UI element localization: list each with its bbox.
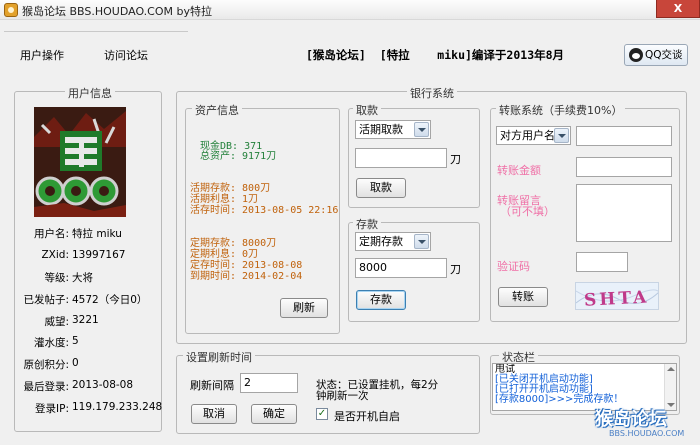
scroll-up-icon [667, 367, 675, 371]
header-info: [猴岛论坛] [特拉 miku]编译于2013年8月 [306, 48, 565, 62]
refresh-status-line2: 钟刷新一次 [316, 390, 369, 402]
last-login-value: 2013-08-08 [72, 379, 134, 391]
menu-visit-forum[interactable]: 访问论坛 [104, 47, 148, 63]
captcha-text: SHTA [584, 287, 650, 310]
assets-legend: 资产信息 [192, 102, 242, 118]
prestige-label-wrap: 威望: [0, 314, 69, 328]
captcha-svg: SHTA [576, 283, 658, 310]
chevron-down-icon [414, 234, 429, 249]
transfer-amount-input[interactable] [576, 157, 672, 177]
refresh-button[interactable]: 刷新 [280, 298, 328, 318]
deposit-button[interactable]: 存款 [356, 290, 406, 310]
close-button[interactable]: X [656, 0, 700, 18]
username-value: 特拉 miku [72, 228, 122, 240]
fixed-deposit-text: 定期存款: 8000刀 [190, 238, 277, 249]
user-info-legend: 用户信息 [65, 85, 115, 101]
username-label-wrap: 用户名: [0, 226, 69, 240]
level-label: 等级: [44, 272, 69, 284]
last-login-label-wrap: 最后登录: [0, 379, 69, 393]
status-line: [存款8000]>>>完成存款！ [495, 394, 624, 405]
zxid-label: ZXid: [41, 249, 69, 261]
last-login-label: 最后登录: [23, 381, 69, 393]
chevron-down-icon [414, 122, 429, 137]
qq-chat-label: QQ交谈 [645, 49, 683, 61]
posts-label-wrap: 已发帖子: [0, 292, 69, 306]
watermark-sub: BBS.HOUDAO.COM [609, 429, 685, 438]
refresh-interval-label: 刷新间隔 [190, 379, 234, 392]
prestige-label: 威望: [44, 316, 69, 328]
water-label-wrap: 灌水度: [0, 335, 69, 349]
confirm-button[interactable]: 确定 [251, 404, 297, 424]
transfer-target-input[interactable] [576, 126, 672, 146]
title-bar: 猴岛论坛 BBS.HOUDAO.COM by特拉 X [0, 0, 700, 20]
withdraw-amount-input[interactable] [355, 148, 447, 168]
zxid-value: 13997167 [72, 249, 126, 261]
refresh-settings-legend: 设置刷新时间 [183, 349, 255, 365]
withdraw-type-select[interactable]: 活期取款 [355, 120, 431, 139]
water-label: 灌水度: [33, 337, 69, 349]
forum-watermark: 猴岛论坛 BBS.HOUDAO.COM [595, 405, 697, 441]
fixed-interest-text: 定期利息: 0刀 [190, 249, 259, 260]
bank-system-legend: 银行系统 [407, 85, 457, 101]
transfer-legend: 转账系统（手续费10%） [496, 102, 626, 118]
fixed-time-text: 定存时间: 2013-08-08 [190, 260, 303, 271]
level-value: 大将 [72, 272, 93, 284]
withdraw-button[interactable]: 取款 [356, 178, 406, 198]
refresh-interval-input[interactable]: 2 [240, 373, 298, 393]
avatar-image [34, 107, 126, 217]
qq-penguin-icon [629, 48, 643, 62]
qq-chat-button[interactable]: QQ交谈 [624, 44, 688, 66]
app-icon [4, 3, 18, 17]
fixed-due-text: 到期时间: 2014-02-04 [190, 271, 303, 282]
transfer-target-type-select[interactable]: 对方用户名 [496, 126, 571, 145]
menu-user-ops[interactable]: 用户操作 [20, 47, 64, 63]
autostart-label: 是否开机自启 [334, 410, 400, 423]
current-deposit-text: 活期存款: 800刀 [190, 183, 271, 194]
title-divider [4, 31, 188, 32]
login-ip-value: 119.179.233.248 [72, 401, 163, 413]
posts-label: 已发帖子: [23, 294, 69, 306]
login-ip-label: 登录IP: [35, 403, 69, 415]
captcha-input[interactable] [576, 252, 628, 272]
withdraw-legend: 取款 [353, 102, 381, 118]
deposit-type-select[interactable]: 定期存款 [355, 232, 431, 251]
autostart-checkbox[interactable]: ✓ [316, 408, 328, 420]
transfer-target-type-value: 对方用户名 [500, 129, 555, 142]
chevron-down-icon [554, 128, 569, 143]
total-assets-text: 总资产: 9171刀 [200, 151, 277, 162]
current-time-text: 活存时间: 2013-08-05 22:16 [190, 205, 339, 216]
original-points-label: 原创积分: [23, 359, 69, 371]
original-points-value: 0 [72, 357, 79, 369]
current-interest-text: 活期利息: 1刀 [190, 194, 259, 205]
deposit-legend: 存款 [353, 216, 381, 232]
water-value: 5 [72, 335, 79, 347]
status-log[interactable]: 甩试 [已关闭开机启动功能] [已打开开机启动功能] [存款8000]>>>完成… [492, 363, 677, 411]
level-label-wrap: 等级: [0, 270, 69, 284]
cancel-button[interactable]: 取消 [191, 404, 237, 424]
transfer-amount-label: 转账金额 [497, 164, 541, 177]
captcha-image[interactable]: SHTA [575, 282, 659, 310]
withdraw-type-value: 活期取款 [359, 123, 403, 136]
watermark-main: 猴岛论坛 [595, 409, 667, 430]
window-title: 猴岛论坛 BBS.HOUDAO.COM by特拉 [22, 5, 212, 18]
deposit-amount-input[interactable]: 8000 [355, 258, 447, 278]
posts-value: 4572（今日0） [72, 294, 148, 306]
login-ip-label-wrap: 登录IP: [0, 401, 69, 415]
deposit-unit: 刀 [450, 263, 461, 276]
original-points-label-wrap: 原创积分: [0, 357, 69, 371]
zxid-label-wrap: ZXid: [0, 249, 69, 263]
user-avatar [34, 107, 126, 217]
status-log-scrollbar[interactable] [664, 364, 676, 410]
username-label: 用户名: [33, 228, 69, 240]
transfer-message-input[interactable] [576, 184, 672, 242]
prestige-value: 3221 [72, 314, 99, 326]
captcha-label: 验证码 [497, 260, 530, 273]
deposit-type-value: 定期存款 [359, 235, 403, 248]
transfer-button[interactable]: 转账 [498, 287, 548, 307]
transfer-message-hint: （可不填） [500, 205, 555, 218]
withdraw-unit: 刀 [450, 153, 461, 166]
